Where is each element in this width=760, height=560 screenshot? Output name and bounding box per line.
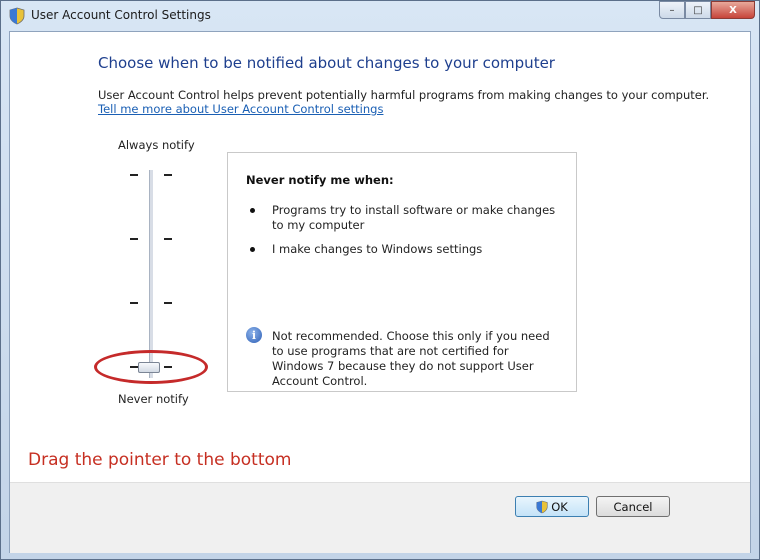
slider-tick-left <box>130 302 138 304</box>
title-bar[interactable]: User Account Control Settings – □ X <box>1 1 759 31</box>
level-description-panel: Never notify me when: Programs try to in… <box>227 152 577 392</box>
learn-more-link[interactable]: Tell me more about User Account Control … <box>98 102 383 116</box>
info-icon: i <box>246 327 262 343</box>
close-button[interactable]: X <box>711 1 755 19</box>
description-text: User Account Control helps prevent poten… <box>98 88 710 102</box>
slider-tick-left <box>130 174 138 176</box>
dialog-content: Choose when to be notified about changes… <box>9 31 751 553</box>
slider-bottom-label: Never notify <box>118 392 189 406</box>
list-item: Programs try to install software or make… <box>250 203 560 233</box>
cancel-button[interactable]: Cancel <box>596 496 670 517</box>
slider-tick-left <box>130 238 138 240</box>
caption-buttons: – □ X <box>659 1 755 21</box>
slider-track[interactable] <box>149 170 154 378</box>
bullet-icon <box>250 208 255 213</box>
window-title: User Account Control Settings <box>31 8 211 22</box>
button-bar: OK Cancel <box>10 482 750 553</box>
highlight-ellipse <box>94 350 208 384</box>
ok-button[interactable]: OK <box>515 496 589 517</box>
bullet-text: Programs try to install software or make… <box>272 203 556 232</box>
bullet-icon <box>250 247 255 252</box>
annotation-text: Drag the pointer to the bottom <box>28 450 292 470</box>
slider-tick-right <box>164 302 172 304</box>
page-heading: Choose when to be notified about changes… <box>98 54 555 72</box>
maximize-button[interactable]: □ <box>685 1 711 19</box>
slider-tick-right <box>164 174 172 176</box>
list-item: I make changes to Windows settings <box>250 242 560 257</box>
shield-icon <box>9 7 25 25</box>
slider-tick-right <box>164 238 172 240</box>
panel-title: Never notify me when: <box>246 173 394 187</box>
ok-label: OK <box>551 499 568 514</box>
shield-icon <box>536 500 548 513</box>
bullet-text: I make changes to Windows settings <box>272 242 483 256</box>
minimize-button[interactable]: – <box>659 1 685 19</box>
warning-text: Not recommended. Choose this only if you… <box>272 329 550 388</box>
slider-top-label: Always notify <box>118 138 195 152</box>
uac-settings-window: User Account Control Settings – □ X Choo… <box>0 0 760 560</box>
